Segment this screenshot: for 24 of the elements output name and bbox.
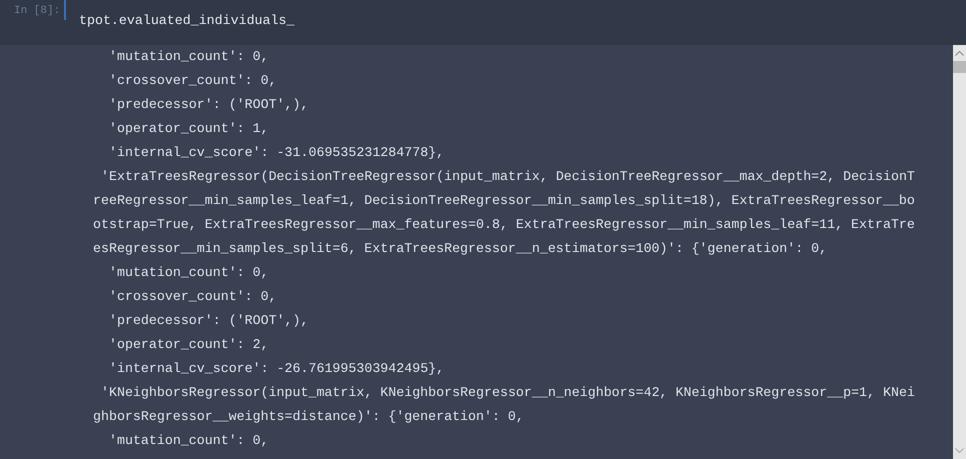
output-line: 'crossover_count': 0, — [109, 73, 277, 88]
scrollbar[interactable] — [953, 45, 966, 459]
scrollbar-thumb[interactable] — [953, 61, 966, 73]
output-line: 'KNeighborsRegressor(input_matrix, KNeighborsRegressor__n_neighbors=42, KNeighborsRegressor__p=1, KNei — [101, 385, 915, 400]
output-line: 'crossover_count': 0, — [109, 289, 277, 304]
output-line: 'internal_cv_score': -31.069535231284778}, — [109, 145, 444, 160]
output-line: 'internal_cv_score': -26.761995303942495}, — [109, 361, 444, 376]
output-line: ghborsRegressor__weights=distance)': {'generation': 0, — [93, 409, 524, 424]
scroll-down-icon[interactable] — [955, 448, 964, 453]
output-line: 'mutation_count': 0, — [109, 265, 269, 280]
output-line: otstrap=True, ExtraTreesRegressor__max_features=0.8, ExtraTreesRegressor__min_samples_leaf=11, ExtraTre — [93, 217, 915, 232]
output-line: 'predecessor': ('ROOT',), — [109, 313, 308, 328]
input-cell[interactable]: In [8]: tpot.evaluated_individuals_ — [0, 0, 966, 45]
output-line: 'operator_count': 1, — [109, 121, 269, 136]
output-line: 'ExtraTreesRegressor(DecisionTreeRegressor(input_matrix, DecisionTreeRegressor__max_depth=2, DecisionT — [101, 169, 915, 184]
cell-prompt: In [8]: — [13, 4, 62, 19]
scroll-up-icon[interactable] — [955, 51, 964, 56]
output-line: 'predecessor': ('ROOT',), — [109, 97, 308, 112]
output-line: reeRegressor__min_samples_leaf=1, DecisionTreeRegressor__min_samples_split=18), ExtraTreesRegressor__bo — [93, 193, 915, 208]
output-line: 'mutation_count': 0, — [109, 49, 269, 64]
output-line: 'operator_count': 2, — [109, 337, 269, 352]
output-line: esRegressor__min_samples_split=6, ExtraTreesRegressor__n_estimators=100)': {'generation': 0, — [93, 241, 828, 256]
output-line: 'mutation_count': 0, — [109, 433, 269, 448]
code-text: tpot.evaluated_individuals_ — [78, 12, 294, 30]
